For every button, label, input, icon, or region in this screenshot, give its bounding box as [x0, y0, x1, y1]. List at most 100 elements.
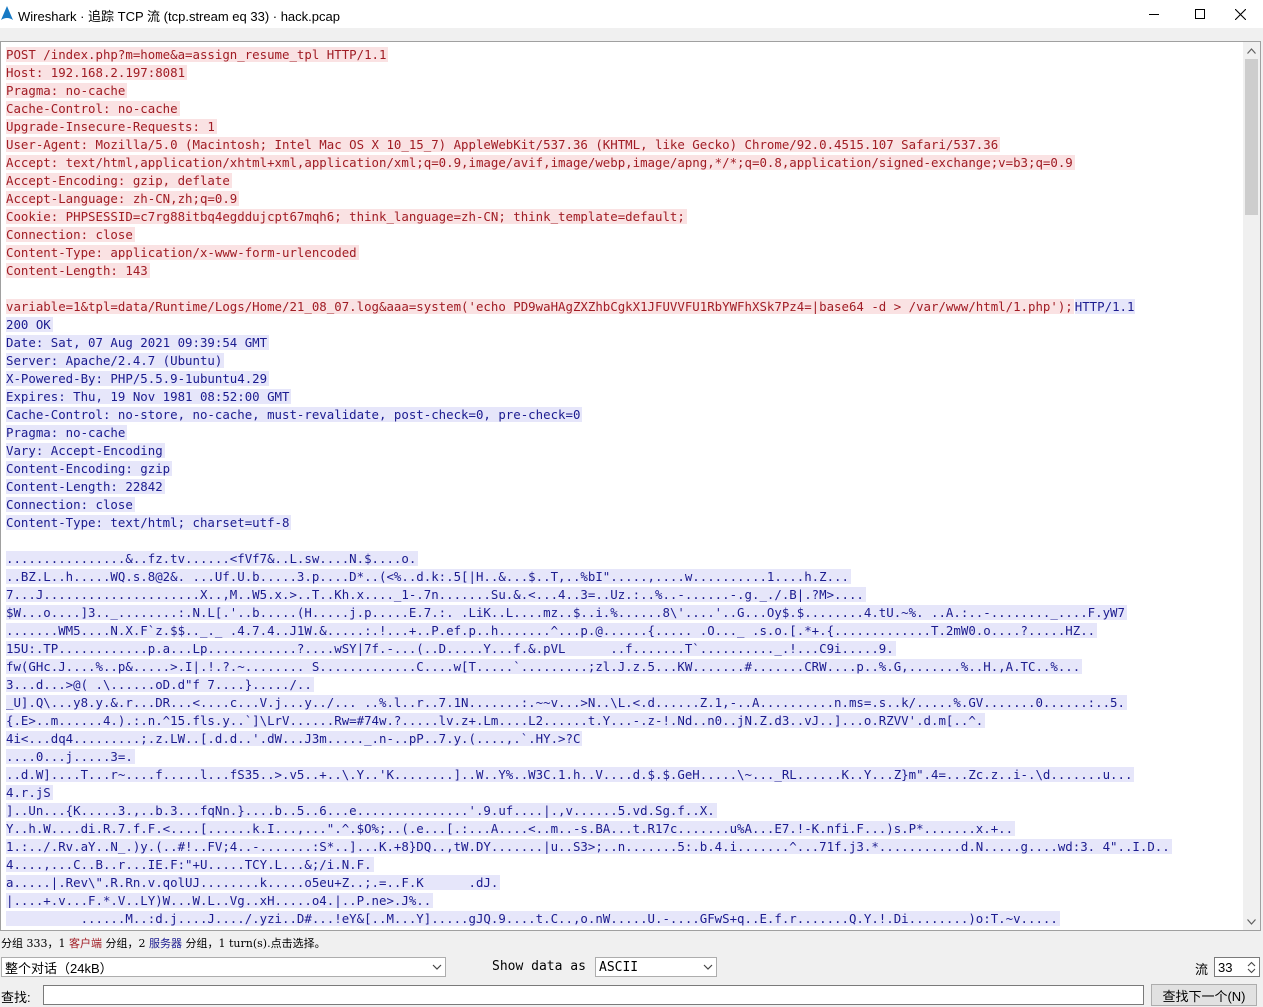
stream-line[interactable]: ....0...j.....3=. [6, 748, 1238, 766]
minimize-button[interactable] [1131, 0, 1177, 28]
server-text: 4i<...dq4.........;.z.LW..[.d.d..'.dW...… [6, 731, 583, 746]
scroll-down-arrow[interactable] [1243, 913, 1260, 930]
find-label: 查找: [1, 990, 31, 1005]
stream-line[interactable]: Host: 192.168.2.197:8081 [6, 64, 1238, 82]
stream-line[interactable]: $W...o....]3.._........:.N.L[.'..b.....(… [6, 604, 1238, 622]
stream-line[interactable] [6, 532, 1238, 550]
stream-line[interactable]: User-Agent: Mozilla/5.0 (Macintosh; Inte… [6, 136, 1238, 154]
summary-prefix: 分组 333，1 [1, 937, 69, 950]
stream-line[interactable]: ..d.W]....T...r~....f.....l...fS35..>.v5… [6, 766, 1238, 784]
server-text: fw(GHc.J....%..p&.....>.I|.!.?.~........… [6, 659, 1083, 674]
stream-line[interactable]: Cookie: PHPSESSID=c7rg88itbq4egddujcpt67… [6, 208, 1238, 226]
stream-line[interactable]: Vary: Accept-Encoding [6, 442, 1238, 460]
server-text: Connection: close [6, 497, 135, 512]
server-text: $W...o....]3.._........:.N.L[.'..b.....(… [6, 605, 1127, 620]
summary-mid: 分组，2 [102, 937, 149, 950]
server-text: Cache-Control: no-store, no-cache, must-… [6, 407, 583, 422]
stream-line[interactable]: 1.:../.Rv.aY..N_.)y.(..#!..FV;4..-......… [6, 838, 1238, 856]
client-text: Accept: text/html,application/xhtml+xml,… [6, 155, 1075, 170]
server-text: HTTP/1.1 [1074, 299, 1136, 314]
server-text: X-Powered-By: PHP/5.5.9-1ubuntu4.29 [6, 371, 270, 386]
stream-line[interactable]: variable=1&tpl=data/Runtime/Logs/Home/21… [6, 298, 1238, 316]
stream-line[interactable]: 15U:.TP............p.a...Lp............?… [6, 640, 1238, 658]
server-text: 4....,...C..B..r...IE.F:"+U.....TCY.L...… [6, 857, 374, 872]
conversation-select-value: 整个对话（24kB） [5, 960, 113, 976]
stream-line[interactable]: Pragma: no-cache [6, 82, 1238, 100]
stream-line[interactable]: Accept-Encoding: gzip, deflate [6, 172, 1238, 190]
stream-line[interactable]: Y..h.W....di.R.7.f.F.<....[......k.I...,… [6, 820, 1238, 838]
vertical-scrollbar[interactable] [1243, 42, 1260, 930]
stream-number-spinbox[interactable]: 33 [1214, 957, 1260, 977]
stream-line[interactable]: |....+.v...F.*.V..LY)W...W.L..Vg..xH....… [6, 892, 1238, 910]
stream-line[interactable]: Content-Length: 143 [6, 262, 1238, 280]
stream-line[interactable]: Content-Length: 22842 [6, 478, 1238, 496]
client-text: Cache-Control: no-cache [6, 101, 180, 116]
show-data-as-select[interactable]: ASCII [595, 957, 717, 977]
server-text: ....0...j.....3=. [6, 749, 135, 764]
server-text: _U].Q\...y8.y.&.r...DR...<....c...V.j...… [6, 695, 1127, 710]
stream-line[interactable]: _U].Q\...y8.y.&.r...DR...<....c...V.j...… [6, 694, 1238, 712]
server-text: {.E>..m......4.).:.n.^15.fls.y..`]\LrV..… [6, 713, 986, 728]
stream-line[interactable]: Content-Type: text/html; charset=utf-8 [6, 514, 1238, 532]
stream-line[interactable]: Connection: close [6, 226, 1238, 244]
stream-content-view[interactable]: POST /index.php?m=home&a=assign_resume_t… [0, 41, 1261, 931]
stream-summary: 分组 333，1 客户端 分组，2 服务器 分组，1 turn(s).点击选择。 [1, 935, 326, 951]
stream-line[interactable]: ]..Un...{K.....3.,..b.3...fqNn.}....b..5… [6, 802, 1238, 820]
chevron-down-icon [432, 964, 442, 970]
stream-line[interactable]: Accept-Language: zh-CN,zh;q=0.9 [6, 190, 1238, 208]
stream-line[interactable]: 4.r.jS [6, 784, 1238, 802]
client-text: Connection: close [6, 227, 135, 242]
stream-line[interactable]: POST /index.php?m=home&a=assign_resume_t… [6, 46, 1238, 64]
stream-line[interactable]: ................&..fz.tv......<fVf7&..L.… [6, 550, 1238, 568]
stream-number-value: 33 [1218, 959, 1233, 975]
client-text: POST /index.php?m=home&a=assign_resume_t… [6, 47, 389, 62]
server-text: Pragma: no-cache [6, 425, 128, 440]
stream-line[interactable]: Pragma: no-cache [6, 424, 1238, 442]
stream-line[interactable]: Date: Sat, 07 Aug 2021 09:39:54 GMT [6, 334, 1238, 352]
stream-line[interactable]: Server: Apache/2.4.7 (Ubuntu) [6, 352, 1238, 370]
server-text: 200 OK [6, 317, 53, 332]
server-text: ......M..:d.j....J..../.yzi..D#...!eY&[.… [6, 911, 1060, 926]
stream-line[interactable]: X-Powered-By: PHP/5.5.9-1ubuntu4.29 [6, 370, 1238, 388]
window-title: Wireshark · 追踪 TCP 流 (tcp.stream eq 33) … [18, 9, 340, 24]
scroll-up-arrow[interactable] [1243, 42, 1260, 59]
stream-line[interactable]: Content-Encoding: gzip [6, 460, 1238, 478]
show-data-as-value: ASCII [599, 959, 639, 975]
stream-line[interactable]: 7...J.....................X..,M..W5.x.>.… [6, 586, 1238, 604]
stream-line[interactable]: {.E>..m......4.).:.n.^15.fls.y..`]\LrV..… [6, 712, 1238, 730]
stream-line[interactable]: ..BZ.L..h.....WQ.s.8@2&. ...Uf.U.b.....3… [6, 568, 1238, 586]
server-text: 4.r.jS [6, 785, 53, 800]
conversation-select[interactable]: 整个对话（24kB） [1, 957, 446, 977]
spin-arrows-icon[interactable] [1247, 961, 1256, 974]
stream-line[interactable]: fw(GHc.J....%..p&.....>.I|.!.?.~........… [6, 658, 1238, 676]
stream-line[interactable]: a.....|.Rev\".R.Rn.v.qolUJ........k.....… [6, 874, 1238, 892]
client-text: Content-Length: 143 [6, 263, 150, 278]
server-text: .......WM5....N.X.F`z.$$.._._ .4.7.4..J1… [6, 623, 1098, 638]
scroll-thumb[interactable] [1245, 59, 1258, 215]
stream-line[interactable]: ......M..:d.j....J..../.yzi..D#...!eY&[.… [6, 910, 1238, 926]
server-text: |....+.v...F.*.V..LY)W...W.L..Vg..xH....… [6, 893, 434, 908]
stream-line[interactable] [6, 280, 1238, 298]
server-text: Expires: Thu, 19 Nov 1981 08:52:00 GMT [6, 389, 292, 404]
server-text: 7...J.....................X..,M..W5.x.>.… [6, 587, 866, 602]
stream-line[interactable]: Expires: Thu, 19 Nov 1981 08:52:00 GMT [6, 388, 1238, 406]
stream-text[interactable]: POST /index.php?m=home&a=assign_resume_t… [6, 46, 1238, 926]
stream-line[interactable]: Accept: text/html,application/xhtml+xml,… [6, 154, 1238, 172]
chevron-up-icon [1247, 47, 1256, 54]
stream-line[interactable]: 4....,...C..B..r...IE.F:"+U.....TCY.L...… [6, 856, 1238, 874]
client-text: User-Agent: Mozilla/5.0 (Macintosh; Inte… [6, 137, 1001, 152]
stream-line[interactable]: 4i<...dq4.........;.z.LW..[.d.d..'.dW...… [6, 730, 1238, 748]
find-next-button[interactable]: 查找下一个(N) [1151, 984, 1257, 1006]
stream-line[interactable]: Cache-Control: no-store, no-cache, must-… [6, 406, 1238, 424]
close-icon [1234, 8, 1246, 20]
stream-line[interactable]: Cache-Control: no-cache [6, 100, 1238, 118]
close-button[interactable] [1217, 0, 1263, 28]
stream-line[interactable]: Content-Type: application/x-www-form-url… [6, 244, 1238, 262]
stream-line[interactable]: 3...d...>@( .\......oD.d"f 7....}...../.… [6, 676, 1238, 694]
server-text: ..BZ.L..h.....WQ.s.8@2&. ...Uf.U.b.....3… [6, 569, 851, 584]
stream-line[interactable]: Upgrade-Insecure-Requests: 1 [6, 118, 1238, 136]
find-input[interactable] [43, 985, 1144, 1005]
stream-line[interactable]: Connection: close [6, 496, 1238, 514]
stream-line[interactable]: 200 OK [6, 316, 1238, 334]
stream-line[interactable]: .......WM5....N.X.F`z.$$.._._ .4.7.4..J1… [6, 622, 1238, 640]
